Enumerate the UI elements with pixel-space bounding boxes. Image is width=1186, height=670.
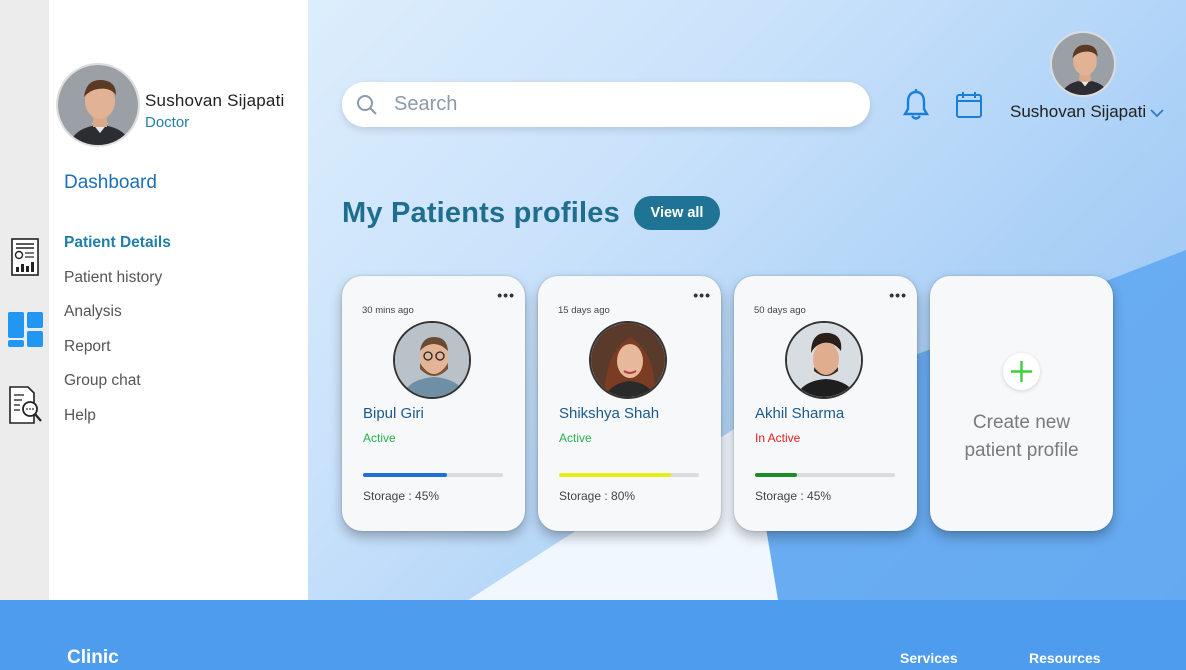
view-all-button[interactable]: View all xyxy=(634,196,720,230)
storage-progress-bar xyxy=(363,473,503,477)
patient-name[interactable]: Shikshya Shah xyxy=(559,405,659,422)
storage-label: Storage : 45% xyxy=(363,489,440,503)
sidebar-item-analysis[interactable]: Analysis xyxy=(64,303,171,338)
document-search-icon[interactable] xyxy=(6,385,44,425)
report-chart-icon[interactable] xyxy=(6,237,44,277)
storage-label: Storage : 80% xyxy=(559,489,636,503)
storage-label: Storage : 45% xyxy=(755,489,832,503)
dashboard-grid-icon[interactable] xyxy=(6,309,44,349)
sidebar-item-group-chat[interactable]: Group chat xyxy=(64,372,171,407)
sidebar-item-help[interactable]: Help xyxy=(64,407,171,442)
doctor-avatar[interactable] xyxy=(56,63,140,147)
footer: Clinic Services Resources xyxy=(0,600,1186,670)
create-line-1: Create new xyxy=(972,412,1071,433)
sidebar-item-report[interactable]: Report xyxy=(64,338,171,373)
section-title: My Patients profiles xyxy=(342,197,620,229)
patient-card[interactable]: 50 days ago ••• Akhil Sharma In Active S… xyxy=(734,276,917,531)
storage-progress-bar xyxy=(755,473,895,477)
create-profile-label: Create new patient profile xyxy=(930,409,1113,465)
patient-card[interactable]: 30 mins ago ••• Bipul Giri Active Storag… xyxy=(342,276,525,531)
patient-avatar xyxy=(589,321,667,399)
card-time: 30 mins ago xyxy=(362,305,414,316)
status-label: In Active xyxy=(755,431,801,445)
search-bar[interactable] xyxy=(342,82,870,127)
card-time: 50 days ago xyxy=(754,305,806,316)
doctor-name: Sushovan Sijapati xyxy=(145,91,285,110)
create-patient-card[interactable]: Create new patient profile xyxy=(930,276,1113,531)
patient-avatar xyxy=(785,321,863,399)
footer-link-resources[interactable]: Resources xyxy=(1029,650,1101,666)
patient-avatar xyxy=(393,321,471,399)
dashboard-link[interactable]: Dashboard xyxy=(64,172,157,194)
footer-brand: Clinic xyxy=(67,647,119,668)
footer-link-services[interactable]: Services xyxy=(900,650,958,666)
user-name: Sushovan Sijapati xyxy=(1010,102,1147,121)
card-time: 15 days ago xyxy=(558,305,610,316)
patient-name[interactable]: Akhil Sharma xyxy=(755,405,844,422)
storage-progress-fill xyxy=(363,473,447,477)
user-avatar[interactable] xyxy=(1050,31,1116,97)
bell-icon[interactable] xyxy=(901,89,931,121)
status-label: Active xyxy=(559,431,592,445)
storage-progress-fill xyxy=(559,473,671,477)
patient-card[interactable]: 15 days ago ••• Shikshya Shah Active Sto… xyxy=(538,276,721,531)
more-options-icon[interactable]: ••• xyxy=(889,287,907,303)
storage-progress-fill xyxy=(755,473,797,477)
sidebar-item-patient-history[interactable]: Patient history xyxy=(64,269,171,304)
more-options-icon[interactable]: ••• xyxy=(693,287,711,303)
more-options-icon[interactable]: ••• xyxy=(497,287,515,303)
sidebar-item-patient-details[interactable]: Patient Details xyxy=(64,234,171,269)
icon-rail xyxy=(0,0,49,600)
sidebar: Sushovan Sijapati Doctor Dashboard Patie… xyxy=(49,0,308,600)
create-line-2: patient profile xyxy=(964,440,1079,461)
main-content: Sushovan Sijapati My Patients profiles V… xyxy=(308,0,1186,600)
calendar-icon[interactable] xyxy=(955,91,983,119)
patient-name[interactable]: Bipul Giri xyxy=(363,405,424,422)
chevron-down-icon[interactable] xyxy=(1149,108,1165,118)
user-menu[interactable]: Sushovan Sijapati xyxy=(1010,102,1165,122)
storage-progress-bar xyxy=(559,473,699,477)
sidebar-nav: Patient Details Patient history Analysis… xyxy=(64,234,171,441)
plus-icon[interactable] xyxy=(1003,353,1040,390)
search-input[interactable] xyxy=(394,88,854,121)
search-icon xyxy=(357,95,377,115)
doctor-role: Doctor xyxy=(145,114,190,131)
status-label: Active xyxy=(363,431,396,445)
